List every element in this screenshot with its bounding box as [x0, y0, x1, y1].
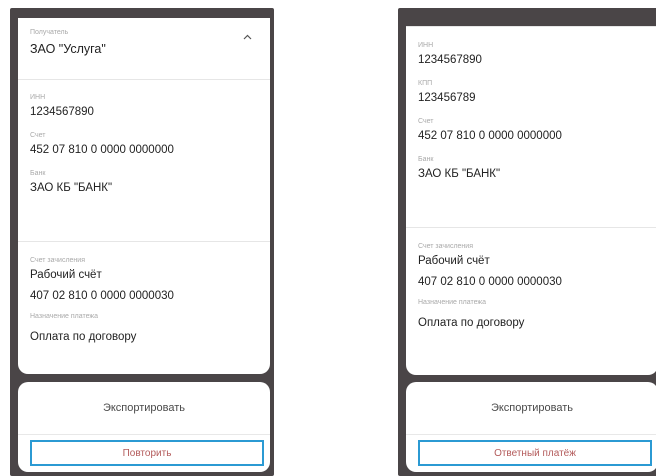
credit-account-number: 407 02 810 0 0000 0000030: [418, 276, 562, 288]
credit-account-name: Рабочий счёт: [30, 269, 102, 281]
credit-section: Счет зачисления Рабочий счёт 407 02 810 …: [18, 242, 270, 344]
account-label: Счет: [30, 132, 46, 139]
recipient-section[interactable]: Получатель ЗАО "Услуга": [18, 18, 270, 80]
payment-details-card: Получатель ЗАО "Услуга" ИНН 1234567890 С…: [18, 18, 270, 374]
divider: [18, 434, 270, 435]
credit-account-name: Рабочий счёт: [418, 255, 490, 267]
credit-account-label: Счет зачисления: [30, 257, 85, 264]
purpose-value: Оплата по договору: [418, 317, 525, 329]
credit-section: Счет зачисления Рабочий счёт 407 02 810 …: [406, 228, 656, 330]
actions-panel: Экспортировать Повторить: [18, 382, 270, 472]
credit-account-number: 407 02 810 0 0000 0000030: [30, 290, 174, 302]
inn-label: ИНН: [418, 42, 434, 49]
repeat-button[interactable]: Повторить: [30, 440, 264, 466]
purpose-value: Оплата по договору: [30, 331, 137, 343]
divider: [406, 434, 656, 435]
requisites-section: ИНН 1234567890 КПП 123456789 Счет 452 07…: [406, 27, 656, 228]
bank-label: Банк: [418, 156, 434, 163]
requisites-section: ИНН 1234567890 Счет 452 07 810 0 0000 00…: [18, 80, 270, 242]
phone-screen-right: ИНН 1234567890 КПП 123456789 Счет 452 07…: [398, 8, 656, 476]
bank-value: ЗАО КБ "БАНК": [418, 168, 501, 180]
account-value: 452 07 810 0 0000 0000000: [418, 130, 562, 142]
inn-label: ИНН: [30, 94, 46, 101]
phone-screen-left: Получатель ЗАО "Услуга" ИНН 1234567890 С…: [10, 8, 274, 476]
export-button[interactable]: Экспортировать: [18, 382, 270, 434]
purpose-label: Назначение платежа: [30, 313, 98, 320]
kpp-value: 123456789: [418, 92, 476, 104]
kpp-label: КПП: [418, 80, 433, 87]
payment-details-card: ИНН 1234567890 КПП 123456789 Счет 452 07…: [406, 26, 656, 375]
account-label: Счет: [418, 118, 434, 125]
credit-account-label: Счет зачисления: [418, 243, 473, 250]
bank-label: Банк: [30, 170, 46, 177]
bank-value: ЗАО КБ "БАНК": [30, 182, 113, 194]
inn-value: 1234567890: [30, 106, 94, 118]
actions-panel: Экспортировать Ответный платёж: [406, 382, 656, 472]
inn-value: 1234567890: [418, 54, 482, 66]
account-value: 452 07 810 0 0000 0000000: [30, 144, 174, 156]
recipient-label: Получатель: [30, 29, 69, 36]
purpose-label: Назначение платежа: [418, 299, 486, 306]
recipient-value: ЗАО "Услуга": [30, 42, 106, 56]
export-button[interactable]: Экспортировать: [406, 382, 656, 434]
reply-payment-button[interactable]: Ответный платёж: [418, 440, 652, 466]
chevron-up-icon[interactable]: [243, 32, 252, 43]
